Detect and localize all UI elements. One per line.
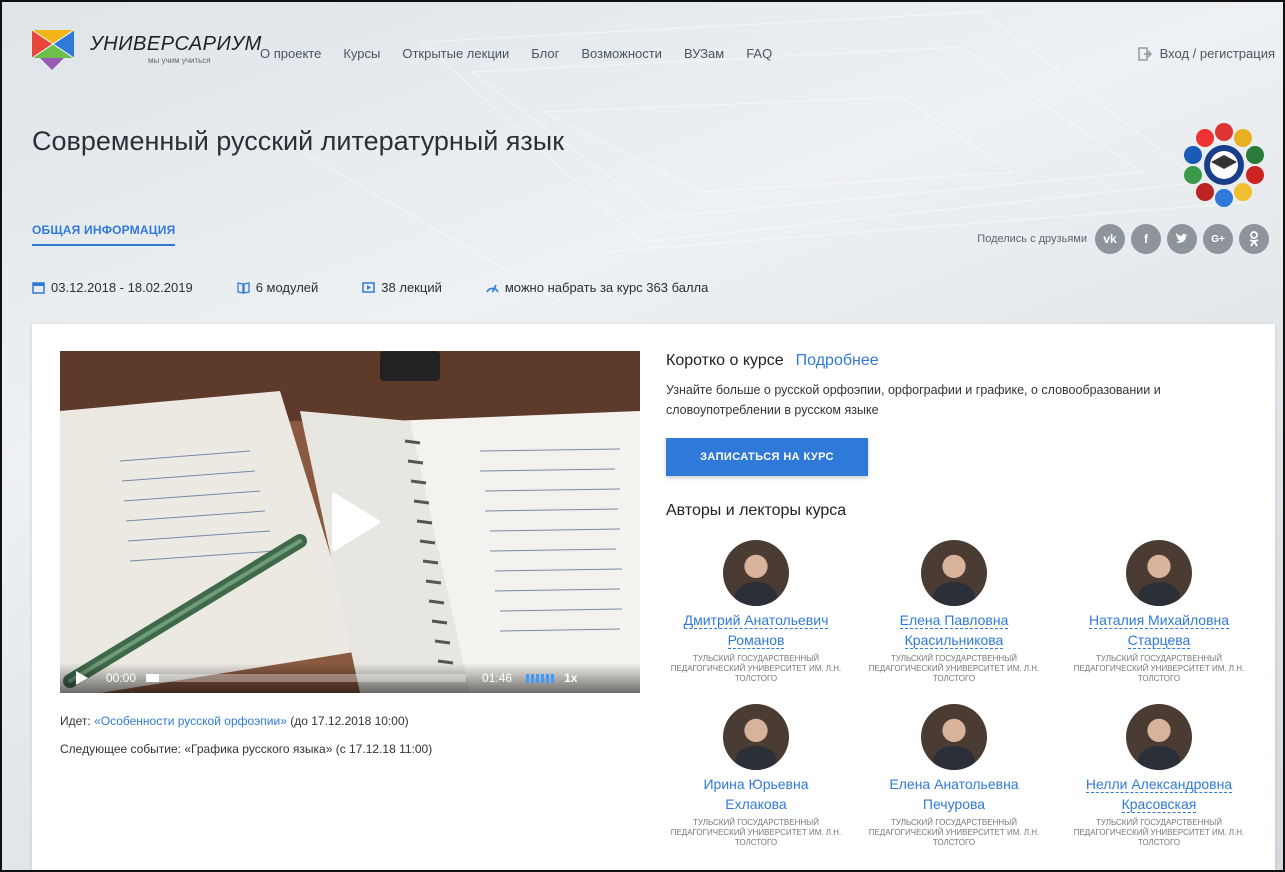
authors-heading: Авторы и лекторы курса xyxy=(666,502,847,519)
lecturer-university: ТУЛЬСКИЙ ГОСУДАРСТВЕННЫЙ ПЕДАГОГИЧЕСКИЙ … xyxy=(868,654,1040,683)
lecturer-name[interactable]: Наталия Михайловна Старцева xyxy=(1069,610,1249,650)
tab-general-info[interactable]: ОБЩАЯ ИНФОРМАЦИЯ xyxy=(32,223,176,246)
calendar-icon xyxy=(32,282,45,294)
volume-slider[interactable] xyxy=(526,673,555,683)
nav-about[interactable]: О проекте xyxy=(260,46,321,61)
about-heading: Коротко о курсе Подробнее xyxy=(666,352,879,370)
progress-fill xyxy=(146,674,159,682)
nav-faq[interactable]: FAQ xyxy=(746,46,772,61)
meta-dates-text: 03.12.2018 - 18.02.2019 xyxy=(51,280,193,295)
avatar xyxy=(1126,704,1192,770)
meta-modules: 6 модулей xyxy=(237,280,319,295)
lecturer-card[interactable]: Наталия Михайловна Старцева ТУЛЬСКИЙ ГОСУ… xyxy=(1069,540,1249,684)
logo-tagline: мы учим учиться xyxy=(148,56,211,65)
video-controls: 00:00 01:46 1x xyxy=(60,663,640,693)
vk-share-icon[interactable]: vk xyxy=(1095,224,1125,254)
meta-lectures-text: 38 лекций xyxy=(381,280,442,295)
odnoklassniki-share-icon[interactable] xyxy=(1239,224,1269,254)
share-label: Поделись с друзьями xyxy=(977,233,1087,245)
about-description: Узнайте больше о русской орфоэпии, орфог… xyxy=(666,383,1161,417)
lecturer-university: ТУЛЬСКИЙ ГОСУДАРСТВЕННЫЙ ПЕДАГОГИЧЕСКИЙ … xyxy=(868,818,1040,847)
play-button-icon[interactable] xyxy=(330,493,380,551)
course-card: 00:00 01:46 1x Идет: «Особенности русско… xyxy=(32,324,1275,870)
nav-universities[interactable]: ВУЗам xyxy=(684,46,724,61)
meta-points-text: можно набрать за курс 363 балла xyxy=(504,280,709,295)
share-bar: Поделись с друзьями vk f G+ xyxy=(977,224,1269,254)
twitter-share-icon[interactable] xyxy=(1167,224,1197,254)
course-emblem-icon xyxy=(1184,123,1264,207)
facebook-share-icon[interactable]: f xyxy=(1131,224,1161,254)
nav-courses[interactable]: Курсы xyxy=(343,46,380,61)
nav-open-lectures[interactable]: Открытые лекции xyxy=(402,46,509,61)
login-link[interactable]: Вход / регистрация xyxy=(1137,46,1275,61)
avatar xyxy=(1126,540,1192,606)
meta-points: можно набрать за курс 363 балла xyxy=(486,280,709,295)
lecturer-university: ТУЛЬСКИЙ ГОСУДАРСТВЕННЫЙ ПЕДАГОГИЧЕСКИЙ … xyxy=(1073,818,1245,847)
duration: 01:46 xyxy=(482,671,513,685)
lecturer-card[interactable]: Нелли Александровна Красовская ТУЛЬСКИЙ Г… xyxy=(1069,704,1249,848)
avatar xyxy=(723,540,789,606)
nav-blog[interactable]: Блог xyxy=(531,46,559,61)
ok-figure-icon xyxy=(1249,231,1259,247)
avatar xyxy=(921,704,987,770)
lecturer-university: ТУЛЬСКИЙ ГОСУДАРСТВЕННЫЙ ПЕДАГОГИЧЕСКИЙ … xyxy=(1073,654,1245,683)
lecturer-card[interactable]: Дмитрий Анатольевич Романов ТУЛЬСКИЙ ГОСУ… xyxy=(666,540,846,684)
current-time: 00:00 xyxy=(106,671,137,685)
enroll-button[interactable]: ЗАПИСАТЬСЯ НА КУРС xyxy=(666,438,868,476)
login-label: Вход / регистрация xyxy=(1159,46,1275,61)
lecturer-name[interactable]: Дмитрий Анатольевич Романов xyxy=(666,610,846,650)
lecturer-name[interactable]: Елена Анатольевна Печурова xyxy=(864,774,1044,814)
lecturer-card[interactable]: Елена Анатольевна Печурова ТУЛЬСКИЙ ГОСУД… xyxy=(864,704,1044,848)
lecturer-name[interactable]: Елена Павловна Красильникова xyxy=(864,610,1044,650)
google-plus-share-icon[interactable]: G+ xyxy=(1203,224,1233,254)
logo-mark-icon xyxy=(31,29,75,70)
book-icon xyxy=(237,282,250,294)
twitter-bird-icon xyxy=(1176,233,1188,243)
playback-speed[interactable]: 1x xyxy=(564,671,577,685)
page: УНИВЕРСАРИУМ мы учим учиться О проекте К… xyxy=(0,0,1285,872)
lecturer-name[interactable]: Нелли Александровна Красовская xyxy=(1069,774,1249,814)
gauge-icon xyxy=(486,284,499,293)
current-event: Идет: «Особенности русской орфоэпии» (до… xyxy=(60,714,409,728)
course-meta: 03.12.2018 - 18.02.2019 6 модулей 38 лек… xyxy=(32,280,752,295)
meta-lectures: 38 лекций xyxy=(362,280,442,295)
lecturer-university: ТУЛЬСКИЙ ГОСУДАРСТВЕННЫЙ ПЕДАГОГИЧЕСКИЙ … xyxy=(670,654,842,683)
control-play-icon[interactable] xyxy=(76,671,88,685)
main-nav: О проекте Курсы Открытые лекции Блог Воз… xyxy=(260,46,794,61)
logo-text: УНИВЕРСАРИУМ xyxy=(90,33,262,55)
login-icon xyxy=(1137,46,1152,61)
current-event-suffix: (до 17.12.2018 10:00) xyxy=(286,714,409,728)
meta-modules-text: 6 модулей xyxy=(255,280,319,295)
lecturer-card[interactable]: Ирина Юрьевна Ехлакова ТУЛЬСКИЙ ГОСУДАРСТ… xyxy=(666,704,846,848)
current-event-prefix: Идет: xyxy=(60,714,95,728)
lecturer-card[interactable]: Елена Павловна Красильникова ТУЛЬСКИЙ ГОС… xyxy=(864,540,1044,684)
progress-bar[interactable] xyxy=(146,674,467,682)
top-header: УНИВЕРСАРИУМ мы учим учиться О проекте К… xyxy=(2,2,1283,82)
current-event-link[interactable]: «Особенности русской орфоэпии» xyxy=(94,714,287,728)
video-icon xyxy=(362,282,376,293)
about-title: Коротко о курсе xyxy=(666,352,784,369)
avatar xyxy=(921,540,987,606)
course-title: Современный русский литературный язык xyxy=(32,126,565,156)
avatar xyxy=(723,704,789,770)
logo[interactable]: УНИВЕРСАРИУМ мы учим учиться xyxy=(30,26,261,76)
nav-features[interactable]: Возможности xyxy=(581,46,662,61)
video-player[interactable]: 00:00 01:46 1x xyxy=(60,351,640,693)
lecturer-name[interactable]: Ирина Юрьевна Ехлакова xyxy=(666,774,846,814)
lecturer-university: ТУЛЬСКИЙ ГОСУДАРСТВЕННЫЙ ПЕДАГОГИЧЕСКИЙ … xyxy=(670,818,842,847)
more-link[interactable]: Подробнее xyxy=(796,352,879,369)
next-event: Следующее событие: «Графика русского язы… xyxy=(60,742,433,756)
meta-dates: 03.12.2018 - 18.02.2019 xyxy=(32,280,193,295)
